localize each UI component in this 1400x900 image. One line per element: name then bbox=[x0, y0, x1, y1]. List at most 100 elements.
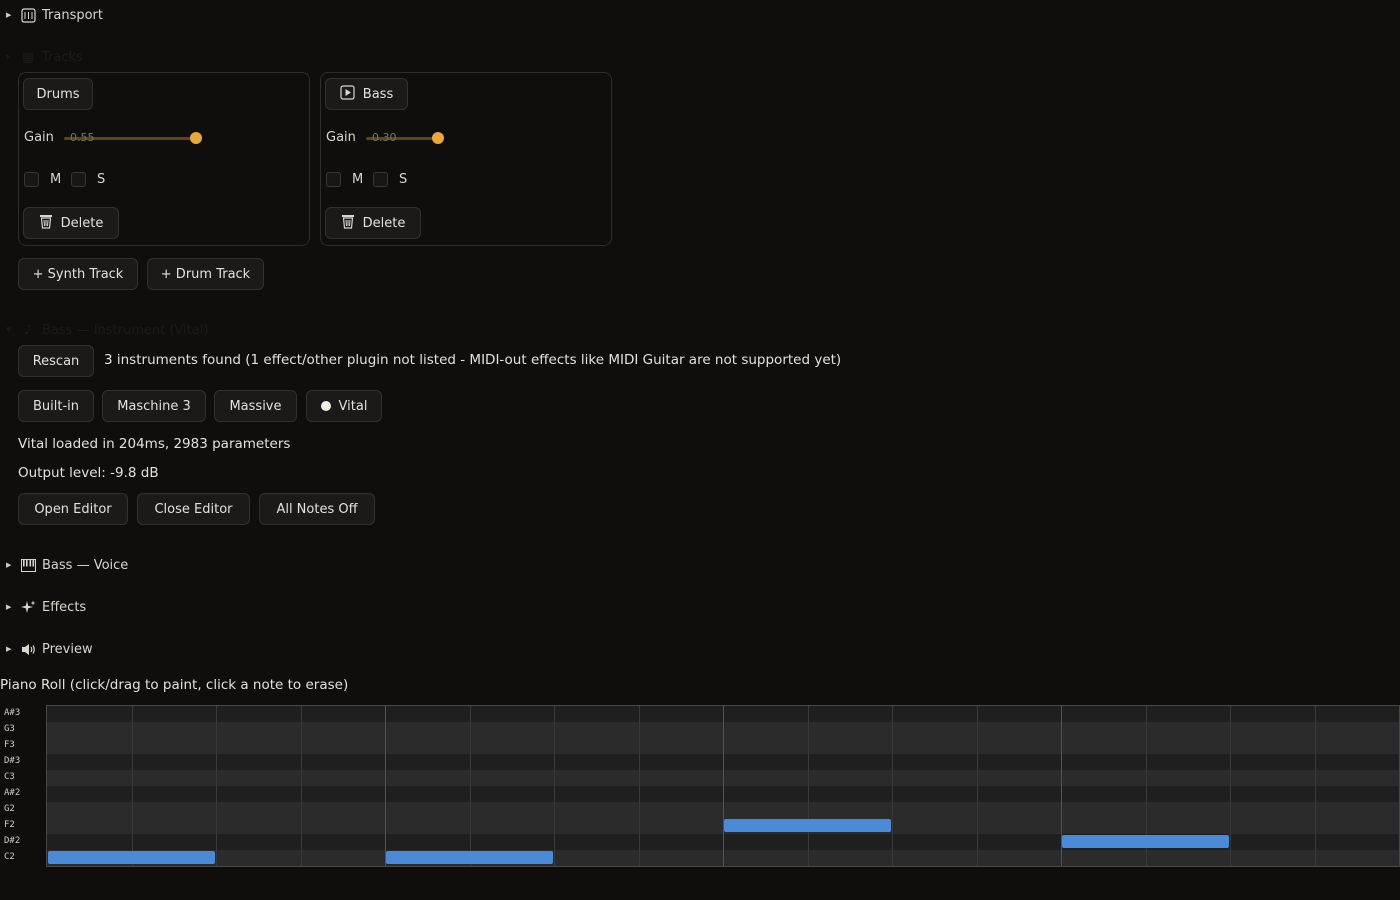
piano-roll-grid[interactable] bbox=[46, 705, 1400, 867]
delete-track-button[interactable]: Delete bbox=[325, 207, 421, 239]
tracks-icon: ▦ bbox=[21, 49, 35, 65]
add-drum-track-button[interactable]: + Drum Track bbox=[147, 258, 264, 290]
option-label: Vital bbox=[338, 398, 368, 414]
beat-line bbox=[300, 706, 302, 866]
add-synth-label: + Synth Track bbox=[32, 266, 124, 282]
key-label-f2: F2 bbox=[4, 820, 15, 830]
section-title: Bass — Instrument (Vital) bbox=[42, 322, 209, 338]
selected-dot-icon bbox=[320, 401, 331, 411]
collapse-arrow-icon: ▶ bbox=[6, 11, 12, 19]
bar-line bbox=[723, 706, 724, 866]
delete-label: Delete bbox=[362, 215, 406, 231]
instrument-option-massive[interactable]: Massive bbox=[214, 390, 297, 422]
add-synth-track-button[interactable]: + Synth Track bbox=[18, 258, 138, 290]
sparkle-icon bbox=[20, 599, 36, 615]
option-label: Built-in bbox=[32, 398, 80, 414]
key-label-c3: C3 bbox=[4, 772, 15, 782]
key-label-dsharp3: D#3 bbox=[4, 756, 21, 766]
play-icon bbox=[340, 84, 355, 104]
key-label-g2: G2 bbox=[4, 804, 15, 814]
solo-label: S bbox=[97, 172, 106, 187]
beat-line bbox=[807, 706, 809, 866]
key-label-dsharp2: D#2 bbox=[4, 836, 21, 846]
section-instrument[interactable]: ▼ ♪ Bass — Instrument (Vital) bbox=[6, 320, 208, 340]
section-preview[interactable]: ▶ Preview bbox=[6, 639, 93, 659]
instrument-icon: ♪ bbox=[23, 322, 33, 338]
beat-line bbox=[1230, 706, 1231, 866]
collapse-arrow-icon: ▶ bbox=[6, 645, 12, 653]
mute-checkbox[interactable] bbox=[24, 172, 39, 187]
beat-line bbox=[554, 706, 555, 866]
section-voice[interactable]: ▶ Bass — Voice bbox=[6, 555, 128, 575]
delete-label: Delete bbox=[60, 215, 104, 231]
collapse-arrow-icon: ▼ bbox=[6, 326, 12, 334]
note-block[interactable] bbox=[386, 851, 553, 864]
piano-roll-keys: A#3 G3 F3 D#3 C3 A#2 G2 F2 D#2 C2 bbox=[0, 705, 46, 865]
piano-icon bbox=[20, 557, 36, 573]
section-effects[interactable]: ▶ Effects bbox=[6, 597, 86, 617]
open-editor-label: Open Editor bbox=[34, 501, 112, 517]
section-title: Preview bbox=[42, 641, 93, 657]
close-editor-button[interactable]: Close Editor bbox=[137, 493, 250, 525]
gain-label: Gain bbox=[326, 130, 356, 145]
solo-label: S bbox=[399, 172, 408, 187]
beat-line bbox=[469, 706, 471, 866]
instrument-option-maschine[interactable]: Maschine 3 bbox=[102, 390, 206, 422]
beat-line bbox=[892, 706, 893, 866]
beat-line bbox=[131, 706, 133, 866]
note-block[interactable] bbox=[724, 819, 891, 832]
collapse-arrow-icon: ▶ bbox=[6, 603, 12, 611]
gain-label: Gain bbox=[24, 130, 54, 145]
transport-icon bbox=[20, 7, 36, 23]
instrument-option-vital[interactable]: Vital bbox=[306, 390, 382, 422]
collapse-arrow-icon: ▶ bbox=[6, 561, 12, 569]
key-label-c2: C2 bbox=[4, 852, 15, 862]
track-name: Bass bbox=[362, 86, 394, 102]
key-label-asharp2: A#2 bbox=[4, 788, 21, 798]
gain-slider-thumb[interactable] bbox=[190, 132, 202, 144]
track-name-button[interactable]: Bass bbox=[325, 78, 408, 110]
bar-line bbox=[385, 706, 386, 866]
mute-label: M bbox=[50, 172, 62, 187]
gain-value: 0.30 bbox=[372, 131, 397, 144]
section-title: Effects bbox=[42, 599, 87, 615]
output-level-text: Output level: -9.8 dB bbox=[18, 465, 159, 481]
load-status-text: Vital loaded in 204ms, 2983 parameters bbox=[18, 436, 291, 452]
close-editor-label: Close Editor bbox=[154, 501, 233, 517]
section-title: Bass — Voice bbox=[42, 557, 129, 573]
track-name-button[interactable]: Drums bbox=[23, 78, 93, 110]
beat-line bbox=[976, 706, 978, 866]
solo-checkbox[interactable] bbox=[373, 172, 388, 187]
section-tracks[interactable]: ▶ ▦ Tracks bbox=[6, 47, 83, 67]
add-drum-label: + Drum Track bbox=[160, 266, 251, 282]
delete-track-button[interactable]: Delete bbox=[23, 207, 119, 239]
speaker-icon bbox=[20, 641, 36, 657]
beat-line bbox=[216, 706, 217, 866]
section-transport[interactable]: ▶ Transport bbox=[6, 5, 103, 25]
gain-value: 0.55 bbox=[70, 131, 95, 144]
beat-line bbox=[638, 706, 640, 866]
instrument-option-builtin[interactable]: Built-in bbox=[18, 390, 94, 422]
section-title: Tracks bbox=[42, 49, 83, 65]
rescan-button[interactable]: Rescan bbox=[18, 345, 94, 377]
mute-checkbox[interactable] bbox=[326, 172, 341, 187]
option-label: Massive bbox=[229, 398, 282, 414]
key-label-asharp3: A#3 bbox=[4, 708, 21, 718]
instruments-status-text: 3 instruments found (1 effect/other plug… bbox=[104, 352, 842, 368]
note-block[interactable] bbox=[48, 851, 215, 864]
mute-label: M bbox=[352, 172, 364, 187]
trash-icon bbox=[341, 214, 355, 233]
all-notes-off-label: All Notes Off bbox=[276, 501, 358, 517]
open-editor-button[interactable]: Open Editor bbox=[18, 493, 128, 525]
all-notes-off-button[interactable]: All Notes Off bbox=[259, 493, 375, 525]
key-label-g3: G3 bbox=[4, 724, 15, 734]
rescan-label: Rescan bbox=[32, 353, 80, 369]
note-block[interactable] bbox=[1062, 835, 1229, 848]
piano-roll-title: Piano Roll (click/drag to paint, click a… bbox=[0, 677, 349, 693]
trash-icon bbox=[39, 214, 53, 233]
option-label: Maschine 3 bbox=[117, 398, 191, 414]
gain-slider-thumb[interactable] bbox=[432, 132, 444, 144]
solo-checkbox[interactable] bbox=[71, 172, 86, 187]
beat-line bbox=[1314, 706, 1316, 866]
collapse-arrow-icon: ▶ bbox=[6, 53, 12, 61]
